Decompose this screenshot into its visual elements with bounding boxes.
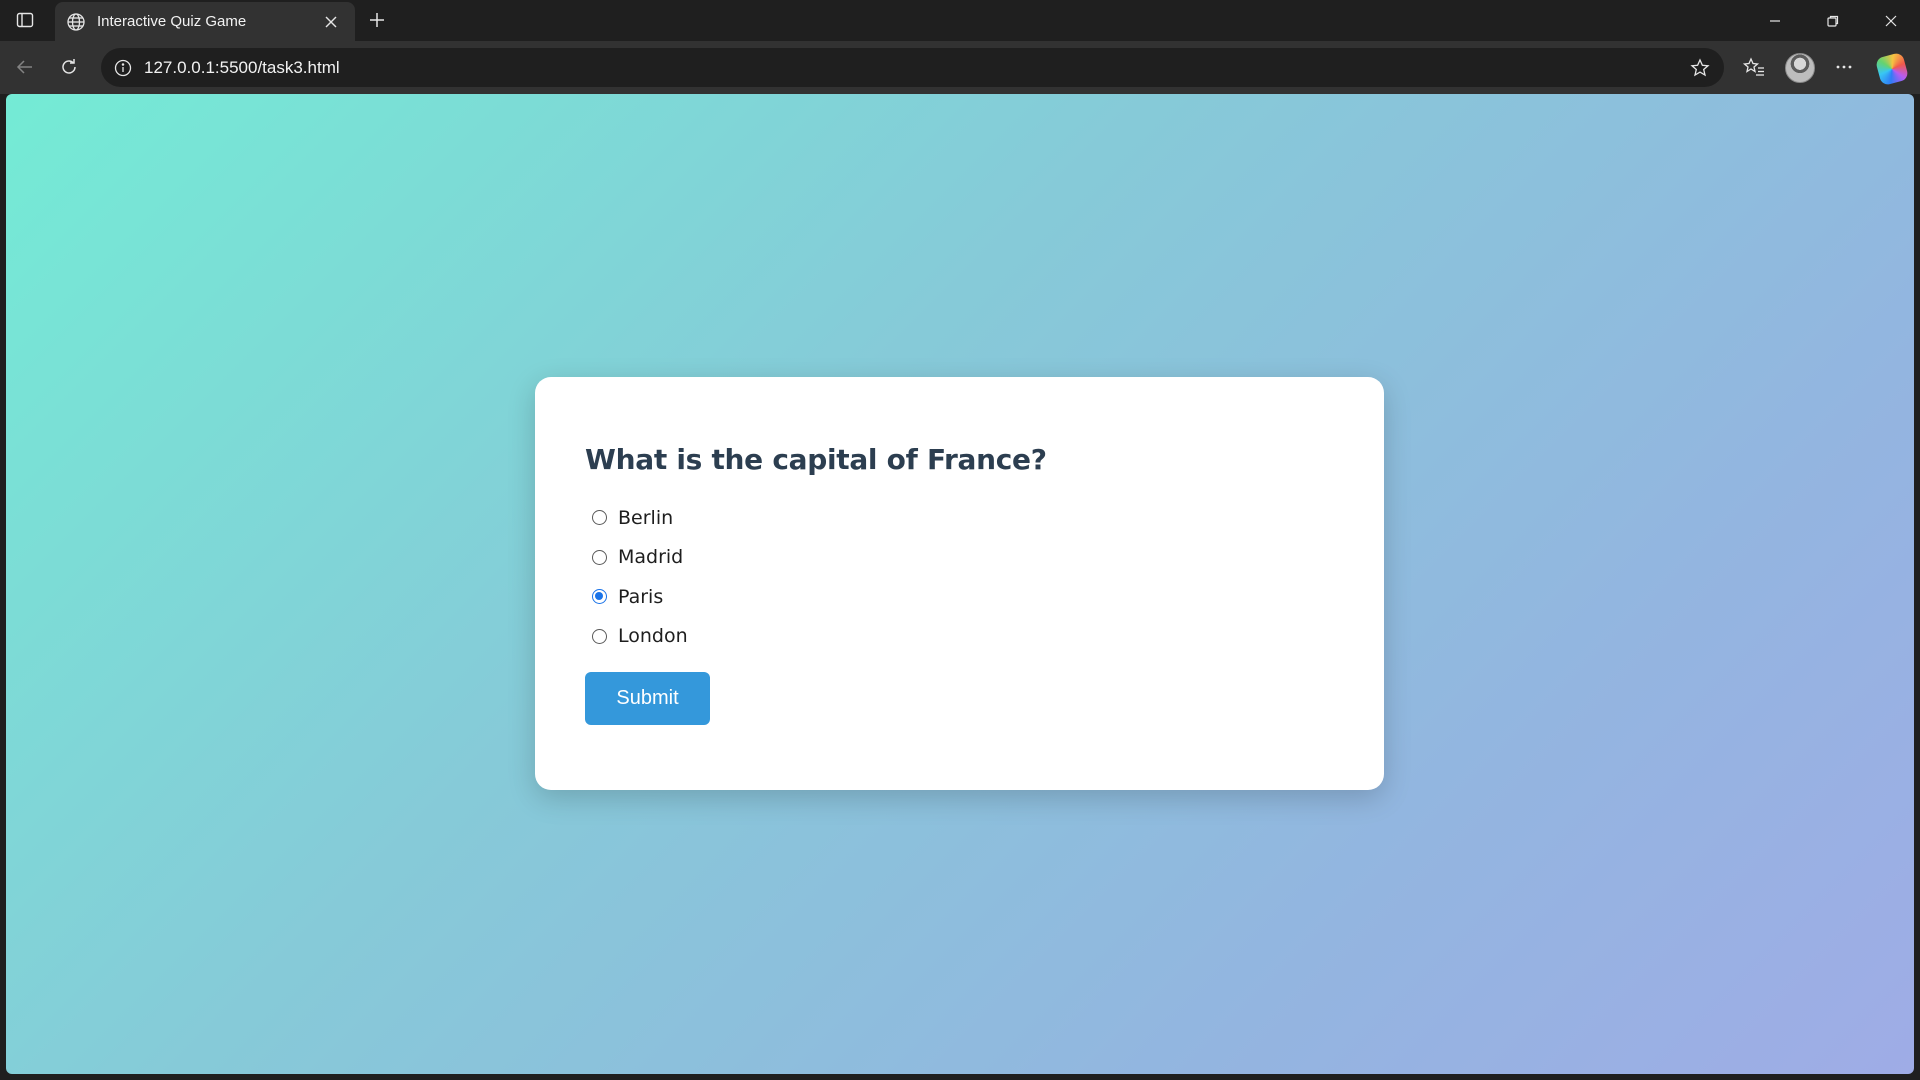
radio-button-selected[interactable] <box>592 589 607 605</box>
url-text[interactable]: 127.0.0.1:5500/task3.html <box>144 58 1682 78</box>
quiz-card: What is the capital of France? Berlin Ma… <box>535 377 1384 790</box>
radio-button[interactable] <box>592 549 607 565</box>
back-arrow-icon[interactable] <box>7 49 43 85</box>
more-options-icon[interactable] <box>1826 49 1862 85</box>
close-window-icon[interactable] <box>1862 0 1920 41</box>
browser-tab[interactable]: Interactive Quiz Game <box>55 2 355 41</box>
option-berlin[interactable]: Berlin <box>585 498 1334 538</box>
close-tab-icon[interactable] <box>319 10 343 34</box>
submit-button[interactable]: Submit <box>585 672 710 725</box>
quiz-question: What is the capital of France? <box>585 443 1047 476</box>
browser-toolbar: 127.0.0.1:5500/task3.html <box>0 41 1920 94</box>
radio-button[interactable] <box>592 628 607 644</box>
option-label[interactable]: Madrid <box>618 546 683 568</box>
refresh-icon[interactable] <box>51 49 87 85</box>
title-bar: Interactive Quiz Game <box>0 0 1920 41</box>
sidebar-toggle-icon[interactable] <box>10 7 40 33</box>
tab-title: Interactive Quiz Game <box>97 13 247 30</box>
favorites-icon[interactable] <box>1736 49 1772 85</box>
new-tab-icon[interactable] <box>361 6 393 34</box>
profile-avatar[interactable] <box>1785 53 1815 83</box>
option-paris[interactable]: Paris <box>585 577 1334 617</box>
site-info-icon[interactable] <box>112 57 134 79</box>
page-viewport: What is the capital of France? Berlin Ma… <box>6 94 1914 1074</box>
restore-icon[interactable] <box>1804 0 1862 41</box>
minimize-icon[interactable] <box>1746 0 1804 41</box>
copilot-icon[interactable] <box>1874 51 1910 87</box>
answer-options: Berlin Madrid Paris London <box>585 498 1334 656</box>
radio-button[interactable] <box>592 510 607 526</box>
address-bar[interactable]: 127.0.0.1:5500/task3.html <box>101 48 1724 87</box>
star-icon[interactable] <box>1682 50 1718 86</box>
globe-icon <box>65 11 87 33</box>
window-controls <box>1746 0 1920 41</box>
option-label[interactable]: London <box>618 625 688 647</box>
option-label[interactable]: Berlin <box>618 507 673 529</box>
option-label[interactable]: Paris <box>618 586 663 608</box>
option-madrid[interactable]: Madrid <box>585 538 1334 578</box>
option-london[interactable]: London <box>585 617 1334 657</box>
